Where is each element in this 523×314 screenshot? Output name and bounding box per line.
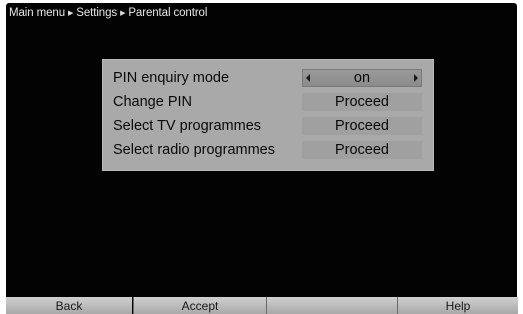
select-tv-programmes-label: Select TV programmes xyxy=(113,118,262,134)
menu-row-change-pin[interactable]: Change PIN Proceed xyxy=(102,92,434,112)
change-pin-proceed-button[interactable]: Proceed xyxy=(302,93,422,111)
tv-screen: Main menu ▶ Settings ▶ Parental control PIN … xyxy=(6,3,517,314)
breadcrumb-parental-control: Parental control xyxy=(128,7,208,19)
triangle-right-icon: ▶ xyxy=(120,10,126,17)
breadcrumb: Main menu ▶ Settings ▶ Parental control xyxy=(9,7,207,21)
accept-button[interactable]: Accept xyxy=(133,297,266,314)
select-radio-programmes-label: Select radio programmes xyxy=(113,142,275,158)
menu-row-select-radio-programmes[interactable]: Select radio programmes Proceed xyxy=(102,140,434,160)
change-pin-label: Change PIN xyxy=(113,94,192,110)
back-button[interactable]: Back xyxy=(6,297,132,314)
parental-control-panel: PIN enquiry mode on Change PIN Proceed S… xyxy=(102,59,434,171)
arrow-left-icon[interactable] xyxy=(306,74,310,82)
empty-function-button[interactable] xyxy=(266,297,397,314)
pin-enquiry-mode-label: PIN enquiry mode xyxy=(113,70,230,86)
pin-enquiry-mode-selector[interactable]: on xyxy=(302,69,422,87)
pin-enquiry-mode-value: on xyxy=(353,70,371,86)
help-button[interactable]: Help xyxy=(397,297,518,314)
triangle-right-icon: ▶ xyxy=(68,10,74,17)
menu-row-pin-enquiry-mode[interactable]: PIN enquiry mode on xyxy=(102,68,434,88)
function-key-bar: Back Accept Help xyxy=(6,297,518,314)
screen: Main menu ▶ Settings ▶ Parental control PIN … xyxy=(0,0,523,314)
breadcrumb-main-menu[interactable]: Main menu xyxy=(9,7,65,19)
select-radio-programmes-proceed-button[interactable]: Proceed xyxy=(302,141,422,159)
breadcrumb-settings[interactable]: Settings xyxy=(76,7,117,19)
arrow-right-icon[interactable] xyxy=(414,74,418,82)
menu-row-select-tv-programmes[interactable]: Select TV programmes Proceed xyxy=(102,116,434,136)
select-tv-programmes-proceed-button[interactable]: Proceed xyxy=(302,117,422,135)
